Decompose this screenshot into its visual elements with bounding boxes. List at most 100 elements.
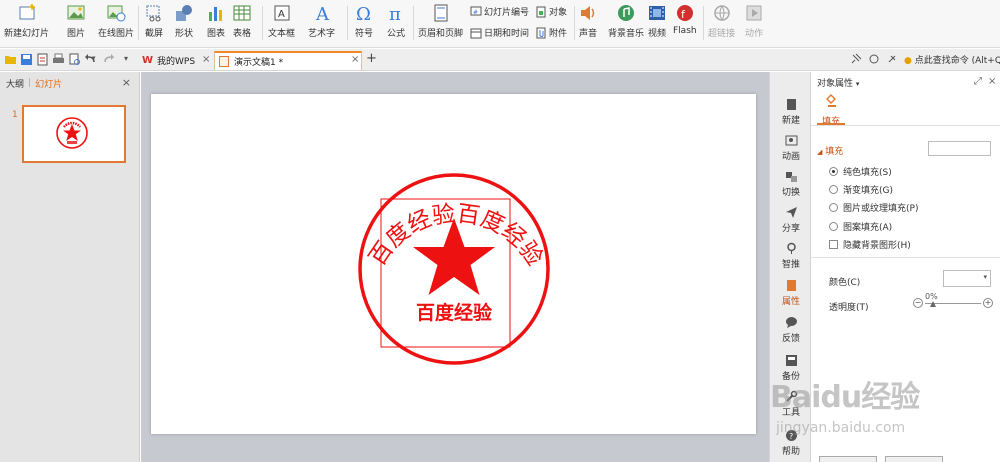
tab-outline[interactable]: 大纲 [6, 77, 24, 90]
strip-new[interactable]: 新建 [770, 98, 812, 126]
chart-button[interactable]: 图表 [206, 3, 226, 39]
video-button[interactable]: 视频 [647, 3, 667, 39]
wordart-button[interactable]: A 艺术字 [308, 3, 335, 39]
table-button[interactable]: 表格 [232, 3, 252, 39]
speaker-icon [578, 3, 598, 23]
skin-icon[interactable] [868, 53, 880, 65]
slider-thumb[interactable] [930, 301, 936, 307]
watermark-url: jingyan.baidu.com [776, 420, 906, 436]
tab-close-icon[interactable]: × [351, 54, 359, 65]
print-icon[interactable] [52, 53, 65, 66]
pattern-fill-option[interactable]: 图案填充(A) [829, 220, 892, 233]
ribbon-separator [574, 6, 575, 40]
slide[interactable]: 百度经验百度经验 百度经验 [151, 94, 756, 434]
strip-share[interactable]: 分享 [770, 206, 812, 234]
pin-icon[interactable] [850, 53, 862, 65]
export-pdf-icon[interactable] [36, 53, 49, 66]
strip-smart[interactable]: 智推 [770, 242, 812, 270]
settings-icon[interactable] [886, 53, 898, 65]
attachment-button[interactable]: 附件 [535, 26, 567, 39]
header-footer-button[interactable]: 页眉和页脚 [418, 3, 463, 39]
strip-properties[interactable]: 属性 [770, 279, 812, 307]
location-pin-icon [786, 242, 796, 254]
textbox-button[interactable]: A 文本框 [268, 3, 295, 39]
radio[interactable] [829, 185, 838, 194]
new-slide-button[interactable]: 新建幻灯片 [4, 3, 49, 39]
formula-label: 公式 [386, 29, 405, 39]
plus-icon[interactable]: + [983, 298, 993, 308]
quick-access-dropdown-icon[interactable]: ▾ [124, 54, 128, 63]
strip-transition[interactable]: 切换 [770, 170, 812, 198]
date-time-button[interactable]: 日期和时间 [470, 26, 529, 39]
send-icon [785, 207, 797, 218]
textbox-label: 文本框 [268, 29, 296, 39]
transparency-slider[interactable]: − 0% + [913, 292, 993, 312]
strip-help-label: 帮助 [781, 447, 800, 457]
hide-background-option[interactable]: 隐藏背景图形(H) [829, 238, 911, 251]
open-folder-icon[interactable] [4, 53, 17, 66]
hyperlink-button[interactable]: 超链接 [708, 3, 735, 39]
online-picture-button[interactable]: 在线图片 [98, 3, 134, 39]
solid-fill-option[interactable]: 纯色填充(S) [829, 165, 892, 178]
audio-label: 声音 [578, 29, 597, 39]
symbol-label: 符号 [354, 29, 373, 39]
picture-button[interactable]: 图片 [66, 3, 86, 39]
transition-icon [785, 172, 797, 182]
panel-divider [811, 257, 1000, 258]
save-icon[interactable] [20, 53, 33, 66]
tab-document[interactable]: 演示文稿1 * [214, 51, 362, 70]
action-button[interactable]: 动作 [744, 3, 764, 39]
pi-icon: π [386, 3, 406, 23]
print-preview-icon[interactable] [68, 53, 81, 66]
date-time-label: 日期和时间 [484, 29, 530, 39]
new-slide-label: 新建幻灯片 [4, 29, 50, 39]
radio[interactable] [829, 203, 838, 212]
strip-animation[interactable]: 动画 [770, 134, 812, 162]
strip-feedback[interactable]: 反馈 [770, 316, 812, 344]
picture-icon [66, 3, 86, 23]
seal-stamp[interactable]: 百度经验百度经验 百度经验 [151, 94, 756, 434]
symbol-button[interactable]: Ω 符号 [354, 3, 374, 39]
chevron-down-icon: ▾ [983, 273, 987, 281]
attachment-label: 附件 [549, 29, 568, 39]
slide-number-button[interactable]: # 幻灯片编号 [470, 5, 529, 18]
screenshot-button[interactable]: 截屏 [144, 3, 164, 39]
flash-icon: f [675, 3, 695, 23]
undo-dropdown-icon[interactable]: ▾ [92, 54, 96, 62]
flash-label: Flash [673, 26, 697, 36]
ribbon-separator [703, 6, 704, 40]
close-panel-icon[interactable]: × [988, 76, 996, 87]
audio-button[interactable]: 声音 [578, 3, 598, 39]
panel-close-icon[interactable]: × [122, 76, 131, 89]
tab-close-icon[interactable]: × [202, 54, 210, 65]
panel-title[interactable]: 对象属性 ▾ [817, 76, 859, 89]
shape-button[interactable]: 形状 [174, 3, 194, 39]
slide-thumbnail[interactable] [22, 105, 126, 163]
object-button[interactable]: 对象 [535, 5, 567, 18]
picture-texture-fill-option[interactable]: 图片或纹理填充(P) [829, 201, 918, 214]
attachment-icon [535, 27, 547, 39]
new-file-icon [786, 99, 796, 110]
chevron-down-icon: ▾ [855, 80, 860, 88]
tab-my-wps-label: 我的WPS [157, 57, 196, 67]
tab-slides[interactable]: 幻灯片 [35, 77, 62, 90]
bottom-button[interactable] [885, 456, 943, 462]
flash-button[interactable]: f Flash [673, 3, 697, 36]
new-tab-icon[interactable]: + [366, 51, 377, 66]
radio[interactable] [829, 222, 838, 231]
fill-preview-box[interactable] [928, 141, 991, 156]
fill-section-header[interactable]: ◢ 填充 [817, 144, 843, 157]
checkbox[interactable] [829, 240, 838, 249]
redo-icon[interactable] [102, 53, 115, 66]
minus-icon[interactable]: − [913, 298, 923, 308]
wps-logo-icon: W [142, 55, 154, 66]
bottom-button[interactable] [819, 456, 877, 462]
gradient-fill-option[interactable]: 渐变填充(G) [829, 183, 893, 196]
bg-music-button[interactable]: 背景音乐 [608, 3, 644, 39]
radio-selected[interactable] [829, 167, 838, 176]
formula-button[interactable]: π 公式 [386, 3, 406, 39]
color-dropdown[interactable]: ▾ [943, 270, 991, 287]
pin-panel-icon[interactable]: ⤢ [974, 76, 982, 87]
find-command-box[interactable]: ● 点此查找命令 (Alt+Q [904, 53, 1000, 66]
shape-icon [174, 3, 194, 23]
